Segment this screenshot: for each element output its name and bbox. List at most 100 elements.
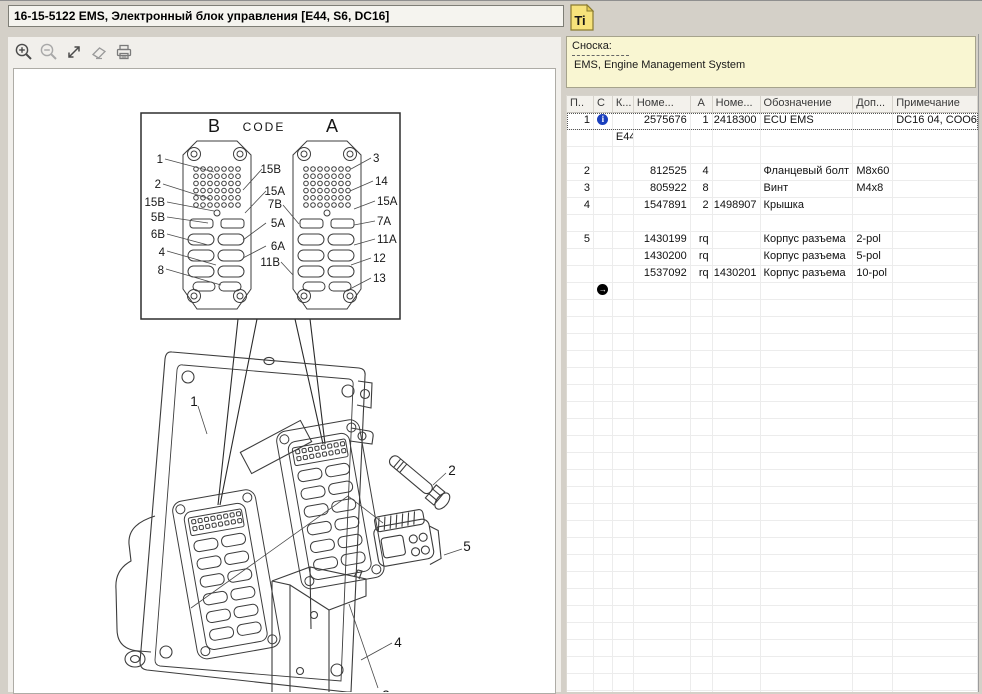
footnote-panel: Сноска: EMS, Engine Management System xyxy=(566,36,976,88)
svg-text:15B: 15B xyxy=(145,197,166,209)
info-icon[interactable]: i xyxy=(597,114,608,125)
footnote-text: EMS, Engine Management System xyxy=(567,59,975,71)
svg-text:14: 14 xyxy=(375,176,388,188)
table-row[interactable] xyxy=(567,504,978,521)
col-header-replacement[interactable]: Номе... xyxy=(713,96,761,112)
table-row[interactable]: 4154789121498907Крышка xyxy=(567,198,978,215)
svg-text:7B: 7B xyxy=(268,199,282,211)
col-header-pos[interactable]: П.. xyxy=(567,96,594,112)
svg-text:6A: 6A xyxy=(271,241,285,253)
connector-housing-part xyxy=(371,507,444,573)
table-row[interactable] xyxy=(567,606,978,623)
zoom-out-icon[interactable] xyxy=(39,42,59,62)
page-title: 16-15-5122 EMS, Электронный блок управле… xyxy=(8,5,564,27)
svg-text:A: A xyxy=(326,116,338,136)
svg-text:7A: 7A xyxy=(377,216,391,228)
table-row[interactable] xyxy=(567,691,978,692)
table-row[interactable] xyxy=(567,487,978,504)
col-header-note[interactable]: Примечание xyxy=(893,96,978,112)
table-row[interactable] xyxy=(567,334,978,351)
print-icon[interactable] xyxy=(114,42,134,62)
table-row[interactable]: 38059228ВинтM4x8 xyxy=(567,181,978,198)
table-row[interactable] xyxy=(567,470,978,487)
callout-bolt: 2 xyxy=(448,463,456,478)
table-row[interactable] xyxy=(567,538,978,555)
table-row[interactable] xyxy=(567,368,978,385)
table-row[interactable] xyxy=(567,147,978,164)
col-header-info[interactable]: С xyxy=(594,96,613,112)
table-row[interactable] xyxy=(567,436,978,453)
table-row[interactable] xyxy=(567,453,978,470)
col-header-partnumber[interactable]: Номе... xyxy=(634,96,691,112)
table-row[interactable] xyxy=(567,351,978,368)
table-row[interactable]: 28125254Фланцевый болтM8x60 xyxy=(567,164,978,181)
ecu-technical-drawing: B CODE A 1 2 15B 5B 6B 4 8 15B 15A 7B 5A xyxy=(14,69,555,692)
parts-table: П.. С К... Номе... А Номе... Обозначение… xyxy=(566,95,978,692)
technical-info-button[interactable]: Ti xyxy=(567,3,597,32)
table-row[interactable]: E44 xyxy=(567,130,978,147)
svg-text:8: 8 xyxy=(158,265,164,277)
table-row[interactable]: 51430199rqКорпус разъема2-pol xyxy=(567,232,978,249)
callout-housing: 5 xyxy=(463,539,471,554)
col-header-qty[interactable]: А xyxy=(691,96,713,112)
svg-text:11A: 11A xyxy=(377,234,397,246)
table-row[interactable]: 1430200rqКорпус разъема5-pol xyxy=(567,249,978,266)
diagram-toolbar xyxy=(14,42,134,62)
table-row[interactable] xyxy=(567,555,978,572)
svg-text:5A: 5A xyxy=(271,218,285,230)
svg-text:5B: 5B xyxy=(151,212,165,224)
table-row[interactable]: 1i257567612418300ECU EMSDC16 04, COO6 xyxy=(567,113,978,130)
bolt-part xyxy=(385,451,453,512)
table-row[interactable] xyxy=(567,623,978,640)
drawing-canvas[interactable]: B CODE A 1 2 15B 5B 6B 4 8 15B 15A 7B 5A xyxy=(13,68,556,694)
callout-screw: 3 xyxy=(382,688,390,692)
table-row[interactable]: 1537092rq1430201Корпус разъема10-pol xyxy=(567,266,978,283)
svg-text:B: B xyxy=(208,116,220,136)
svg-text:Ti: Ti xyxy=(574,13,585,28)
svg-text:13: 13 xyxy=(373,273,386,285)
connector-code-inset: B CODE A 1 2 15B 5B 6B 4 8 15B 15A 7B 5A xyxy=(141,113,400,319)
table-row[interactable] xyxy=(567,402,978,419)
col-header-additional[interactable]: Доп... xyxy=(853,96,893,112)
col-header-code[interactable]: К... xyxy=(613,96,634,112)
svg-text:15B: 15B xyxy=(261,164,282,176)
svg-text:4: 4 xyxy=(159,247,166,259)
table-row[interactable] xyxy=(567,572,978,589)
footnote-separator xyxy=(572,55,629,56)
continue-arrow-icon[interactable]: → xyxy=(597,284,608,295)
footnote-label: Сноска: xyxy=(567,37,975,52)
table-row[interactable] xyxy=(567,385,978,402)
table-row[interactable] xyxy=(567,589,978,606)
svg-text:6B: 6B xyxy=(151,229,165,241)
ecu-body xyxy=(116,352,386,692)
ti-document-icon: Ti xyxy=(567,3,597,32)
table-row[interactable] xyxy=(567,317,978,334)
parts-table-body: 1i257567612418300ECU EMSDC16 04, COO6E44… xyxy=(567,113,978,692)
svg-text:15A: 15A xyxy=(265,186,286,198)
svg-text:11B: 11B xyxy=(260,257,280,269)
diagram-panel: B CODE A 1 2 15B 5B 6B 4 8 15B 15A 7B 5A xyxy=(8,37,561,692)
col-header-designation[interactable]: Обозначение xyxy=(761,96,854,112)
fit-view-icon[interactable] xyxy=(64,42,84,62)
svg-text:3: 3 xyxy=(373,153,379,165)
callout-cover: 4 xyxy=(394,635,402,650)
svg-text:1: 1 xyxy=(157,154,163,166)
parts-table-header: П.. С К... Номе... А Номе... Обозначение… xyxy=(567,95,978,113)
table-row[interactable] xyxy=(567,521,978,538)
callout-ecu: 1 xyxy=(190,394,198,409)
svg-text:2: 2 xyxy=(155,179,161,191)
table-row[interactable] xyxy=(567,215,978,232)
table-row[interactable] xyxy=(567,657,978,674)
table-row[interactable] xyxy=(567,419,978,436)
svg-text:CODE: CODE xyxy=(243,120,286,134)
parts-list-panel: Сноска: EMS, Engine Management System П.… xyxy=(566,34,979,692)
table-row[interactable] xyxy=(567,300,978,317)
eraser-icon[interactable] xyxy=(89,42,109,62)
inset-pointer-lines xyxy=(218,319,325,505)
zoom-in-icon[interactable] xyxy=(14,42,34,62)
table-row[interactable] xyxy=(567,674,978,691)
table-row[interactable]: → xyxy=(567,283,978,300)
table-row[interactable] xyxy=(567,640,978,657)
svg-text:15A: 15A xyxy=(377,196,398,208)
parts-catalog-window: { "header": { "title": "16-15-5122 EMS, … xyxy=(0,0,982,691)
